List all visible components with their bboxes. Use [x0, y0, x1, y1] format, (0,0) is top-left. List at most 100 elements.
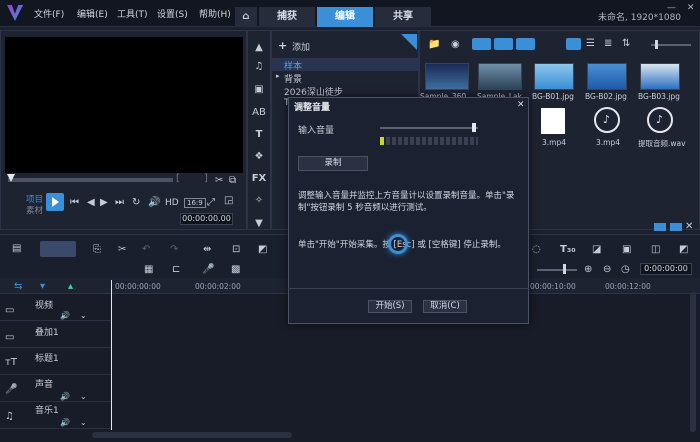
- mask-icon[interactable]: ◩: [679, 244, 688, 255]
- media-icon[interactable]: ♫: [251, 59, 267, 73]
- start-button[interactable]: 开始(S): [368, 300, 412, 313]
- go-to-start-icon[interactable]: ⏮: [70, 197, 79, 208]
- timeline-scrollbar[interactable]: [92, 432, 292, 438]
- menu-tools[interactable]: 工具(T): [117, 7, 148, 20]
- mixer-icon[interactable]: ▩: [231, 264, 240, 275]
- mute-voice-icon[interactable]: 🔊: [60, 392, 70, 401]
- menu-edit[interactable]: 编辑(E): [77, 7, 108, 20]
- close-icon[interactable]: ✕: [687, 3, 695, 13]
- gif-icon[interactable]: ▦: [144, 264, 153, 275]
- timecode-field[interactable]: 00:00:00.00: [180, 213, 233, 225]
- timeline-timecode[interactable]: 0:00:00:00: [640, 263, 692, 275]
- dropdown-voice-icon[interactable]: ⌄: [80, 392, 87, 401]
- dropdown-music-icon[interactable]: ⌄: [80, 418, 87, 427]
- thumbnail-view-button[interactable]: [566, 38, 581, 50]
- thumbnail-size-handle[interactable]: [655, 40, 658, 49]
- snapshot-icon[interactable]: ◲: [224, 195, 233, 206]
- filter-video-button[interactable]: [472, 38, 491, 50]
- dialog-close-icon[interactable]: ✕: [517, 100, 525, 110]
- repeat-icon[interactable]: ↻: [132, 197, 140, 208]
- thumb-bg-b03[interactable]: [640, 63, 680, 90]
- fit-timeline-icon[interactable]: ⇹: [203, 244, 211, 255]
- zoom-handle[interactable]: [563, 264, 566, 274]
- filter-audio-button[interactable]: [516, 38, 535, 50]
- menu-help[interactable]: 帮助(H): [199, 7, 231, 20]
- sort-icon[interactable]: ⇅: [622, 38, 630, 49]
- split-clip-icon[interactable]: ✂: [215, 175, 223, 186]
- thumb-bg-b02[interactable]: [587, 63, 627, 90]
- record-icon[interactable]: ◉: [451, 39, 460, 50]
- list-view-icon[interactable]: ☰: [586, 38, 595, 49]
- collapse-down-icon[interactable]: ▼: [251, 216, 267, 230]
- library-item-background[interactable]: 背景: [284, 72, 302, 85]
- clock-icon[interactable]: ◷: [621, 264, 630, 275]
- split-screen-icon[interactable]: ◫: [651, 244, 660, 255]
- clip-mode-label[interactable]: 素材: [26, 204, 43, 216]
- crop-icon[interactable]: ⊡: [232, 244, 240, 255]
- details-view-icon[interactable]: ≣: [604, 38, 612, 49]
- motion-icon[interactable]: ✧: [251, 193, 267, 207]
- minimize-icon[interactable]: —: [667, 3, 676, 13]
- zoom-out-icon[interactable]: ⊖: [603, 264, 611, 275]
- add-icon[interactable]: +: [278, 39, 287, 52]
- zoom-slider[interactable]: [537, 269, 577, 271]
- expand-arrow-icon[interactable]: ▸: [276, 72, 280, 80]
- smart-render-icon[interactable]: ◩: [258, 244, 267, 255]
- library-item-sample[interactable]: 样本: [284, 59, 302, 72]
- motion-track-icon[interactable]: ◌: [532, 244, 541, 255]
- ripple-edit-icon[interactable]: ▴: [68, 281, 73, 292]
- aspect-ratio-button[interactable]: 16:9: [184, 198, 206, 208]
- tab-capture[interactable]: 捕获: [259, 7, 315, 27]
- menu-file[interactable]: 文件(F): [34, 7, 64, 20]
- redo-icon[interactable]: ↷: [170, 244, 178, 255]
- cancel-button[interactable]: 取消(C): [423, 300, 467, 313]
- panel-toggle-button[interactable]: [654, 223, 666, 231]
- mute-video-icon[interactable]: 🔊: [60, 311, 70, 320]
- add-folder-label[interactable]: 添加: [292, 40, 310, 53]
- undo-icon[interactable]: ↶: [142, 244, 150, 255]
- filter-photo-button[interactable]: [494, 38, 513, 50]
- color-grading-icon[interactable]: ◪: [592, 244, 601, 255]
- title-icon[interactable]: T: [251, 127, 267, 141]
- graphics-icon[interactable]: ❖: [251, 149, 267, 163]
- tools-icon[interactable]: ✂: [118, 244, 126, 255]
- zoom-in-icon[interactable]: ⊕: [584, 264, 592, 275]
- thumb-3-mp4-a[interactable]: [541, 108, 565, 134]
- panel-toggle-button-2[interactable]: [670, 223, 682, 231]
- go-to-end-icon[interactable]: ⏭: [115, 197, 124, 208]
- next-frame-icon[interactable]: ▶: [100, 197, 108, 208]
- record-voice-icon[interactable]: 🎤: [202, 264, 214, 275]
- volume-icon[interactable]: 🔊: [148, 197, 160, 208]
- input-volume-slider[interactable]: [380, 127, 478, 129]
- thumb-sample-lake[interactable]: [478, 63, 522, 90]
- previous-frame-icon[interactable]: ◀: [87, 197, 95, 208]
- mark-out-bracket[interactable]: ]: [204, 173, 208, 184]
- thumb-bg-b01[interactable]: [534, 63, 574, 90]
- mute-music-icon[interactable]: 🔊: [60, 418, 70, 427]
- home-tab[interactable]: ⌂: [235, 7, 257, 27]
- scrub-bar[interactable]: [8, 178, 173, 182]
- import-folder-icon[interactable]: 📁: [428, 39, 440, 50]
- collapse-up-icon[interactable]: ▲: [251, 40, 267, 54]
- playhead[interactable]: [111, 280, 112, 430]
- fx-icon[interactable]: FX: [251, 171, 267, 185]
- track-manager-icon[interactable]: ⇆: [14, 281, 22, 292]
- instant-project-icon[interactable]: ▣: [251, 82, 267, 96]
- transition-icon[interactable]: AB: [251, 105, 267, 119]
- multicam-icon[interactable]: ▣: [622, 244, 631, 255]
- fit-view-icon[interactable]: ⤢: [207, 197, 215, 208]
- input-volume-handle[interactable]: [472, 123, 476, 132]
- timeline-view-button[interactable]: [40, 241, 76, 257]
- copy-icon[interactable]: ⎘: [93, 244, 101, 255]
- mark-in-bracket[interactable]: [: [176, 173, 180, 184]
- add-marker-icon[interactable]: ▾: [40, 281, 45, 292]
- thumb-3-mp4-b[interactable]: ♪: [594, 107, 620, 133]
- copy-clip-icon[interactable]: ⧉: [229, 175, 236, 186]
- dropdown-video-icon[interactable]: ⌄: [80, 311, 87, 320]
- storyboard-view-icon[interactable]: ▤: [12, 243, 21, 254]
- panel-close-icon[interactable]: ✕: [685, 221, 693, 232]
- tab-edit[interactable]: 编辑: [317, 7, 373, 27]
- thumb-audio-wav[interactable]: ♪: [647, 107, 673, 133]
- menu-settings[interactable]: 设置(S): [157, 7, 188, 20]
- record-button[interactable]: 录制: [298, 156, 368, 171]
